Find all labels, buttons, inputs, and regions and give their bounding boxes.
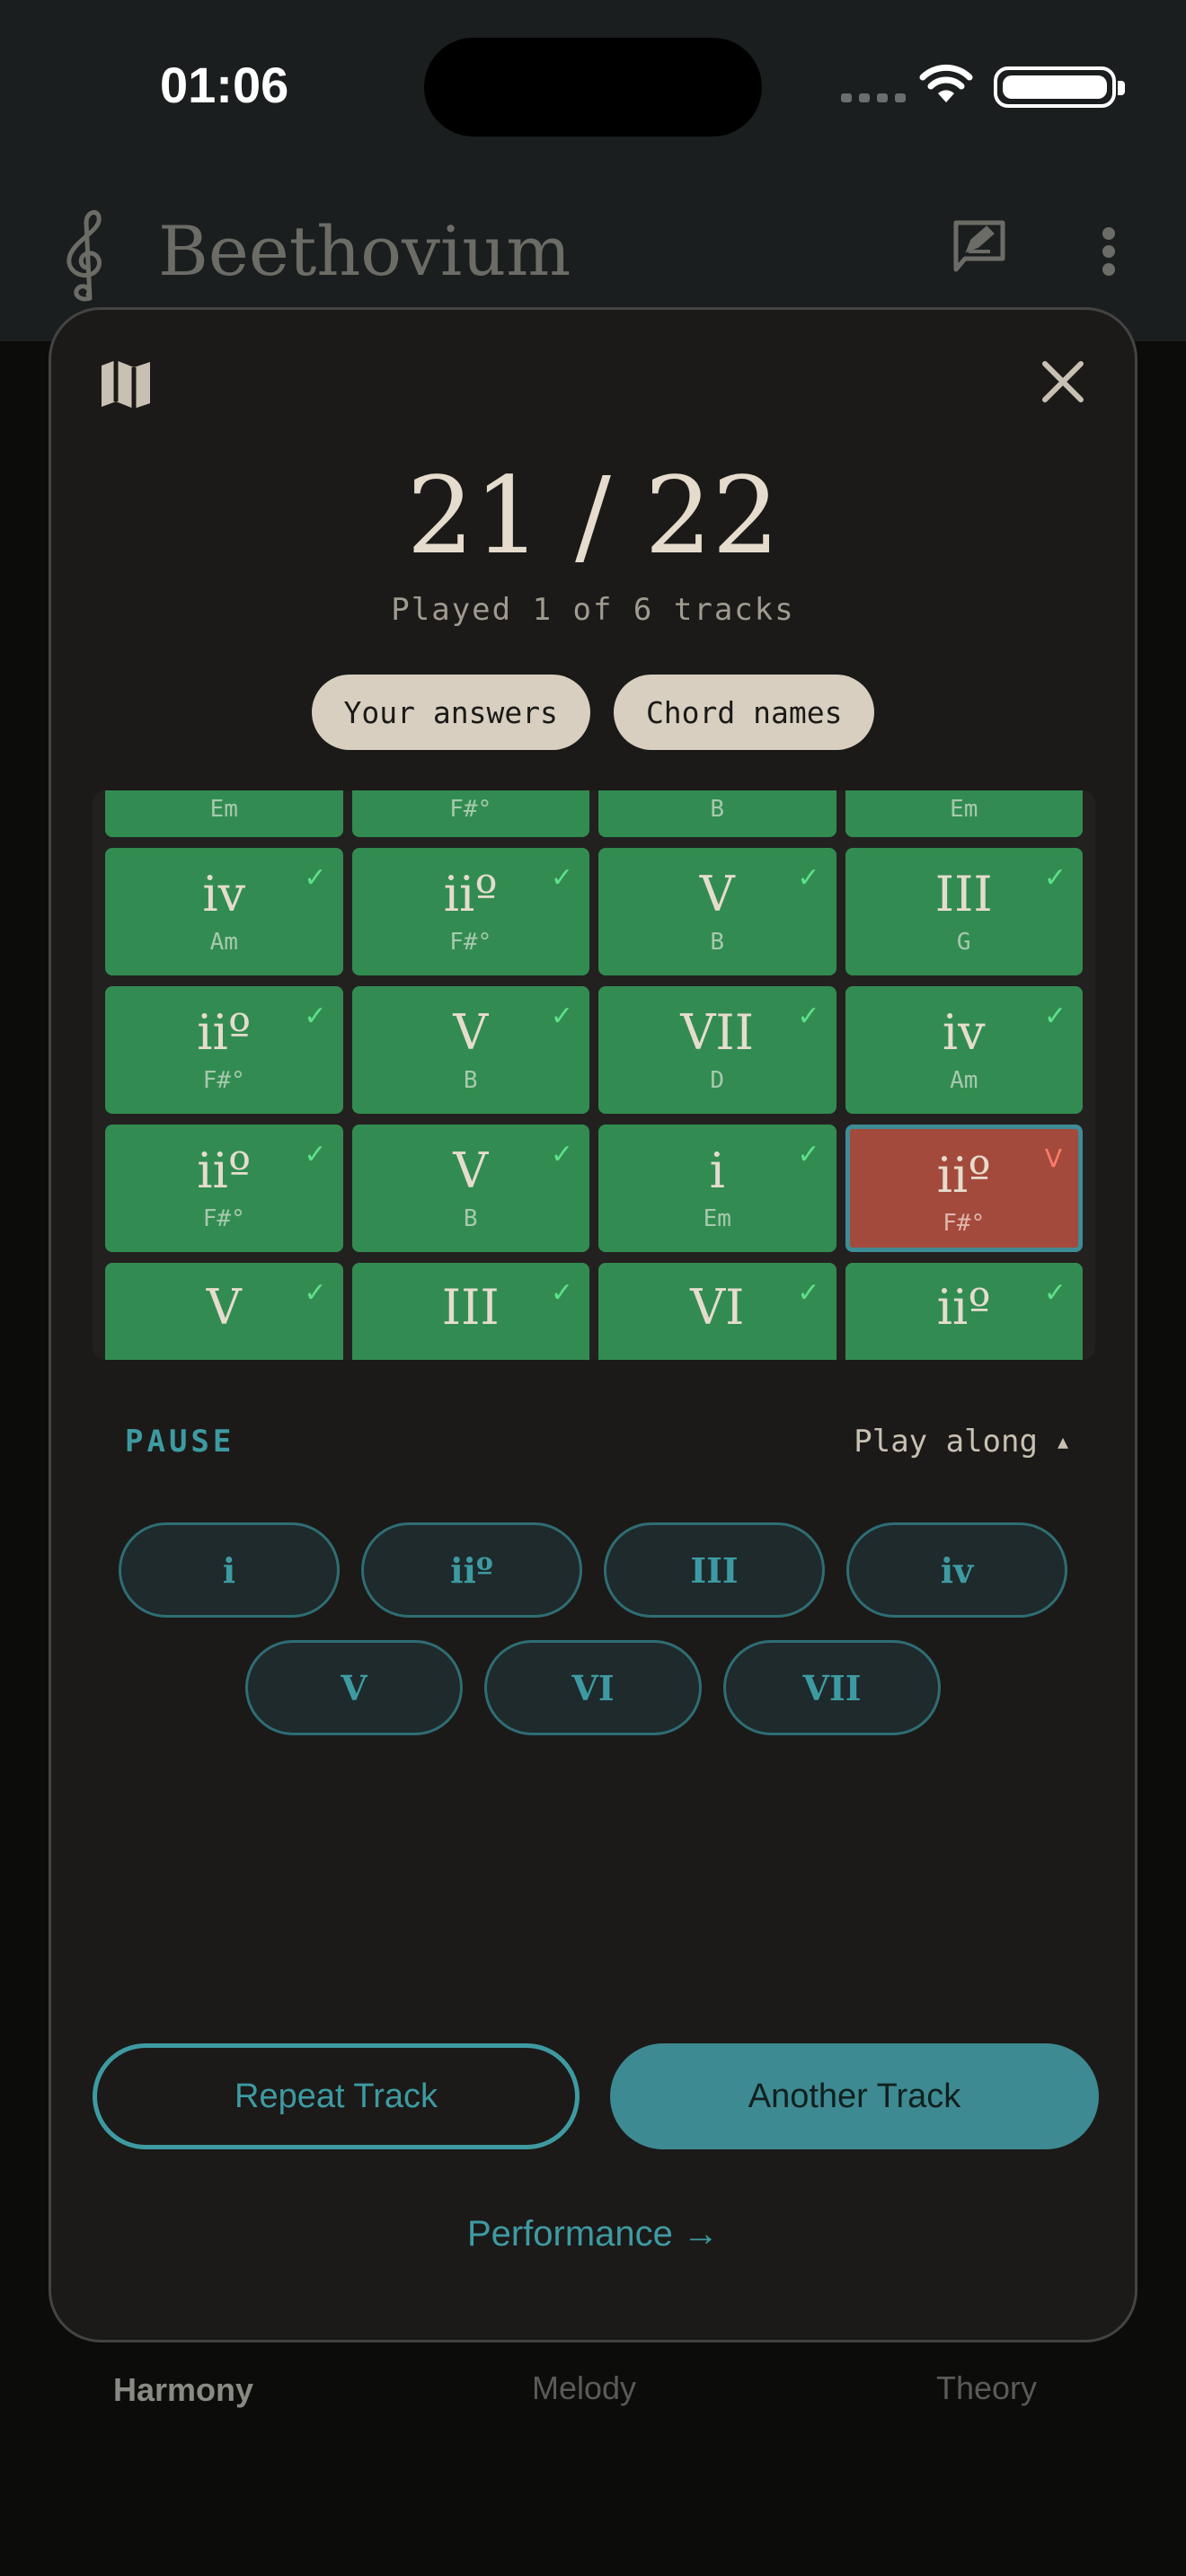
chord-name: D [710, 1067, 725, 1094]
grid-row: iiº F#° ✓ V B ✓ i Em ✓ iiº F#° V [105, 1125, 1084, 1252]
grid-cell[interactable]: iiº F#° ✓ [105, 1125, 343, 1252]
grid-cell[interactable]: Em [845, 790, 1083, 837]
cellular-signal-icon [841, 93, 906, 102]
check-icon: ✓ [797, 1278, 820, 1308]
roman-numeral: iiº [936, 1147, 991, 1204]
chord-name: Em [950, 796, 978, 823]
status-time: 01:06 [160, 57, 289, 113]
answer-buttons-row: i iiº III iv [51, 1522, 1135, 1618]
battery-icon [994, 66, 1125, 108]
answer-button-i[interactable]: i [119, 1522, 340, 1618]
wifi-icon [919, 64, 973, 102]
answer-button-iio[interactable]: iiº [361, 1522, 582, 1618]
chord-name: Am [950, 1067, 978, 1094]
repeat-track-button[interactable]: Repeat Track [93, 2043, 580, 2149]
grid-cell[interactable]: iiº F#° ✓ [351, 848, 589, 975]
check-icon: ✓ [797, 1140, 820, 1169]
grid-row: iiº F#° ✓ V B ✓ VII D ✓ iv Am ✓ [105, 986, 1083, 1114]
play-along-label: Play along [854, 1424, 1038, 1460]
tracks-played: Played 1 of 6 tracks [391, 592, 795, 628]
answer-button-III[interactable]: III [604, 1522, 825, 1618]
grid-cell[interactable]: V B ✓ [351, 1125, 589, 1252]
grid-cell[interactable]: V B ✓ [351, 986, 589, 1114]
chord-name: F#° [202, 1067, 245, 1094]
check-icon: ✓ [1043, 1278, 1067, 1308]
chord-name: Am [209, 929, 238, 956]
performance-link[interactable]: Performance → [51, 2214, 1135, 2254]
grid-cell[interactable]: iiº ✓ [845, 1263, 1083, 1360]
grid-cell[interactable]: i Em ✓ [598, 1125, 836, 1252]
play-along-dropdown[interactable]: Play along ▲ [854, 1424, 1068, 1460]
chord-name: F#° [449, 796, 492, 823]
grid-cell[interactable]: V ✓ [105, 1263, 343, 1360]
chord-name: F#° [449, 929, 492, 956]
grid-row: iv Am ✓ iiº F#° ✓ V B ✓ III G ✓ [105, 848, 1083, 975]
grid-cell[interactable]: iiº F#° ✓ [105, 986, 343, 1114]
app-title: Beethovium [158, 211, 571, 291]
grid-cell[interactable]: III G ✓ [845, 848, 1083, 975]
grid-cell[interactable]: III ✓ [351, 1263, 589, 1360]
another-track-button[interactable]: Another Track [610, 2043, 1099, 2149]
chord-name: Em [703, 1205, 731, 1232]
check-icon: ✓ [1043, 863, 1067, 893]
grid-cell-incorrect[interactable]: iiº F#° V [845, 1125, 1084, 1252]
grid-cell[interactable]: Em [105, 790, 343, 837]
grid-row: Em F#° B Em [105, 790, 1083, 837]
feedback-icon[interactable] [951, 217, 1008, 275]
view-toggles: Your answers Chord names [51, 675, 1135, 750]
chord-name: F#° [202, 1205, 245, 1232]
dynamic-island [424, 38, 762, 137]
check-icon: ✓ [550, 1278, 573, 1308]
chord-name: Em [209, 796, 238, 823]
grid-cell[interactable]: V B ✓ [598, 848, 836, 975]
close-icon[interactable] [1040, 358, 1086, 405]
chord-name: B [463, 1067, 478, 1094]
answer-button-VII[interactable]: VII [723, 1640, 941, 1735]
grid-cell[interactable]: iv Am ✓ [105, 848, 343, 975]
check-icon: ✓ [304, 1140, 327, 1169]
chord-name: G [956, 929, 971, 956]
grid-cell[interactable]: iv Am ✓ [845, 986, 1083, 1114]
grid-cell[interactable]: F#° [351, 790, 589, 837]
more-options-icon[interactable] [1098, 225, 1120, 278]
answer-button-VI[interactable]: VI [484, 1640, 702, 1735]
caret-up-icon: ▲ [1057, 1431, 1068, 1452]
tab-theory[interactable]: Theory [936, 2369, 1037, 2407]
grid-row: V ✓ III ✓ VI ✓ iiº ✓ [105, 1263, 1083, 1360]
check-icon: ✓ [550, 863, 573, 893]
answer-button-V[interactable]: V [245, 1640, 463, 1735]
given-answer-label: V [1044, 1143, 1063, 1173]
answer-button-iv[interactable]: iv [846, 1522, 1067, 1618]
chord-name: B [710, 796, 725, 823]
check-icon: ✓ [304, 863, 327, 893]
your-answers-toggle[interactable]: Your answers [311, 675, 590, 750]
status-bar: 01:06 [0, 0, 1186, 171]
grid-cell[interactable]: VI ✓ [598, 1263, 836, 1360]
treble-clef-icon [66, 210, 102, 302]
check-icon: ✓ [797, 1001, 820, 1031]
chord-name: B [710, 929, 725, 956]
grid-cell[interactable]: B [598, 790, 836, 837]
check-icon: ✓ [304, 1001, 327, 1031]
pause-button[interactable]: PAUSE [125, 1424, 235, 1460]
chord-names-toggle[interactable]: Chord names [613, 675, 875, 750]
score: 21 / 22 [406, 454, 780, 578]
results-modal: 21 / 22 Played 1 of 6 tracks Your answer… [49, 307, 1137, 2342]
map-icon[interactable] [98, 357, 155, 412]
chord-name: B [463, 1205, 478, 1232]
answer-buttons-row: V VI VII [51, 1640, 1135, 1735]
tab-melody[interactable]: Melody [532, 2369, 636, 2407]
check-icon: ✓ [797, 863, 820, 893]
chord-name: F#° [943, 1210, 986, 1237]
grid-cell[interactable]: VII D ✓ [598, 986, 836, 1114]
check-icon: ✓ [550, 1140, 573, 1169]
check-icon: ✓ [550, 1001, 573, 1031]
check-icon: ✓ [1043, 1001, 1067, 1031]
check-icon: ✓ [304, 1278, 327, 1308]
answer-grid: Em F#° B Em iv Am ✓ iiº F#° ✓ V B ✓ III G ✓ iiº F… [93, 790, 1095, 1360]
tab-harmony[interactable]: Harmony [113, 2371, 253, 2409]
